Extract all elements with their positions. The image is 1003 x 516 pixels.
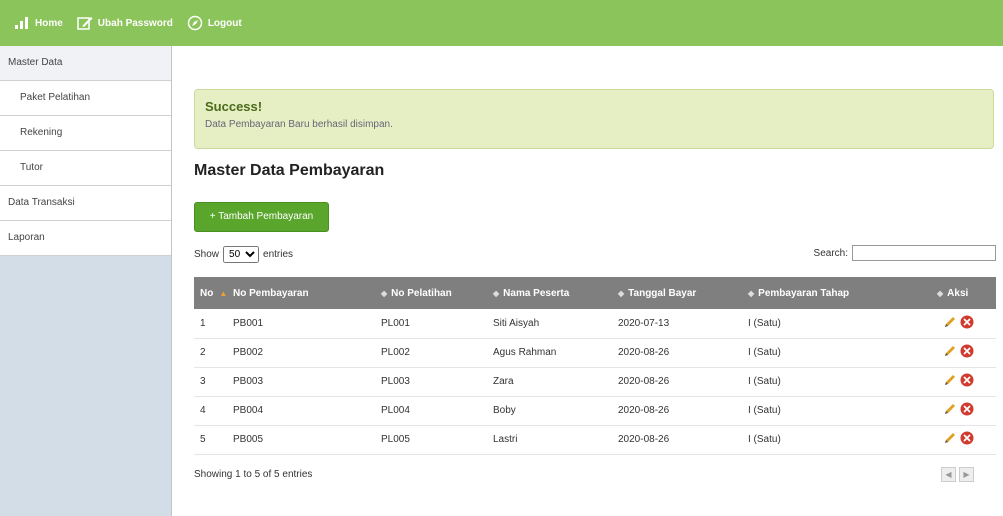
cell-no-pembayaran: PB002 (227, 338, 375, 368)
table-row: 5 PB005 PL005 Lastri 2020-08-26 I (Satu) (194, 425, 996, 455)
entries-length: Show 50 entries (194, 246, 293, 263)
cell-no-pelatihan: PL001 (375, 309, 487, 339)
cell-no-pembayaran: PB003 (227, 367, 375, 397)
cell-pembayaran-tahap: I (Satu) (742, 367, 931, 397)
pencil-icon[interactable] (943, 344, 957, 361)
payments-table: No ▲ No Pembayaran ◆ No Pelatihan ◆ Nama Pe… (194, 277, 996, 455)
cell-pembayaran-tahap: I (Satu) (742, 309, 931, 339)
cell-aksi (931, 425, 996, 455)
delete-icon[interactable] (960, 431, 974, 448)
col-header-pembayaran-tahap[interactable]: ◆ Pembayaran Tahap (742, 277, 931, 309)
pencil-icon[interactable] (943, 373, 957, 390)
table-row: 1 PB001 PL001 Siti Aisyah 2020-07-13 I (Satu) (194, 309, 996, 339)
nav-logout-label: Logout (207, 17, 242, 29)
compass-icon (187, 15, 203, 31)
col-header-tanggal-bayar[interactable]: ◆ Tanggal Bayar (612, 277, 742, 309)
sidebar-master-data[interactable]: Master Data (0, 46, 171, 81)
search-box: Search: (814, 245, 996, 261)
sort-icon: ◆ (618, 288, 625, 298)
col-header-no-pelatihan[interactable]: ◆ No Pelatihan (375, 277, 487, 309)
cell-tanggal-bayar: 2020-08-26 (612, 396, 742, 426)
cell-nama-peserta: Zara (487, 367, 612, 397)
entries-select[interactable]: 50 (223, 246, 260, 263)
cell-nama-peserta: Agus Rahman (487, 338, 612, 368)
col-header-no[interactable]: No ▲ (194, 277, 227, 309)
next-page-icon[interactable]: ▶ (959, 467, 974, 482)
sidebar-laporan[interactable]: Laporan (0, 221, 171, 256)
page-title: Master Data Pembayaran (194, 162, 385, 179)
cell-no-pembayaran: PB005 (227, 425, 375, 455)
sort-icon: ◆ (493, 288, 500, 298)
delete-icon[interactable] (960, 315, 974, 332)
alert-message: Data Pembayaran Baru berhasil disimpan. (205, 119, 393, 130)
pencil-icon[interactable] (943, 402, 957, 419)
delete-icon[interactable] (960, 373, 974, 390)
table-row: 3 PB003 PL003 Zara 2020-08-26 I (Satu) (194, 367, 996, 397)
top-navbar: Home Ubah Password Logout (0, 0, 1003, 46)
cell-aksi (931, 309, 996, 339)
cell-no: 1 (194, 309, 227, 339)
cell-no-pelatihan: PL004 (375, 396, 487, 426)
prev-page-icon[interactable]: ◀ (941, 467, 956, 482)
cell-aksi (931, 338, 996, 368)
cell-aksi (931, 396, 996, 426)
cell-no-pembayaran: PB001 (227, 309, 375, 339)
sort-icon: ◆ (381, 288, 388, 298)
length-show-label: Show (194, 249, 220, 260)
cell-no-pelatihan: PL003 (375, 367, 487, 397)
search-label: Search: (813, 247, 848, 259)
cell-pembayaran-tahap: I (Satu) (742, 396, 931, 426)
pencil-icon[interactable] (943, 431, 957, 448)
sort-icon: ◆ (937, 288, 944, 298)
pencil-icon[interactable] (943, 315, 957, 332)
cell-aksi (931, 367, 996, 397)
cell-no: 4 (194, 396, 227, 426)
success-alert: Success! Data Pembayaran Baru berhasil d… (194, 89, 994, 149)
bar-chart-icon (14, 15, 30, 31)
sidebar-item-rekening[interactable]: Rekening (0, 116, 171, 151)
sidebar-data-transaksi[interactable]: Data Transaksi (0, 186, 171, 221)
cell-tanggal-bayar: 2020-08-26 (612, 425, 742, 455)
table-header-row: No ▲ No Pembayaran ◆ No Pelatihan ◆ Nama Pe… (194, 277, 996, 309)
cell-no: 3 (194, 367, 227, 397)
alert-title: Success! (205, 99, 263, 114)
cell-tanggal-bayar: 2020-07-13 (612, 309, 742, 339)
pagination: ◀ ▶ (938, 467, 974, 482)
nav-home-label: Home (35, 17, 63, 29)
cell-tanggal-bayar: 2020-08-26 (612, 367, 742, 397)
sidebar: Master Data Paket Pelatihan Rekening Tut… (0, 46, 172, 516)
cell-nama-peserta: Boby (487, 396, 612, 426)
table-info: Showing 1 to 5 of 5 entries (194, 469, 313, 480)
nav-logout[interactable]: Logout (187, 15, 242, 31)
add-payment-button[interactable]: + Tambah Pembayaran (194, 202, 329, 232)
cell-pembayaran-tahap: I (Satu) (742, 338, 931, 368)
cell-no-pembayaran: PB004 (227, 396, 375, 426)
cell-no-pelatihan: PL002 (375, 338, 487, 368)
cell-no: 2 (194, 338, 227, 368)
cell-no: 5 (194, 425, 227, 455)
length-entries-label: entries (263, 249, 294, 260)
delete-icon[interactable] (960, 402, 974, 419)
table-row: 2 PB002 PL002 Agus Rahman 2020-08-26 I (Satu) (194, 338, 996, 368)
nav-home[interactable]: Home (14, 15, 63, 31)
sort-icon: ◆ (748, 288, 755, 298)
search-input[interactable] (852, 245, 996, 261)
sidebar-item-tutor[interactable]: Tutor (0, 151, 171, 186)
col-header-nama-peserta[interactable]: ◆ Nama Peserta (487, 277, 612, 309)
cell-pembayaran-tahap: I (Satu) (742, 425, 931, 455)
cell-nama-peserta: Siti Aisyah (487, 309, 612, 339)
nav-change-password-label: Ubah Password (97, 17, 173, 29)
nav-change-password[interactable]: Ubah Password (77, 15, 173, 31)
delete-icon[interactable] (960, 344, 974, 361)
cell-tanggal-bayar: 2020-08-26 (612, 338, 742, 368)
sidebar-item-paket-pelatihan[interactable]: Paket Pelatihan (0, 81, 171, 116)
table-body: 1 PB001 PL001 Siti Aisyah 2020-07-13 I (Satu)… (194, 309, 996, 455)
sort-asc-icon: ▲ (219, 288, 227, 298)
col-header-aksi[interactable]: ◆ Aksi (931, 277, 996, 309)
edit-icon (77, 15, 93, 31)
cell-no-pelatihan: PL005 (375, 425, 487, 455)
table-row: 4 PB004 PL004 Boby 2020-08-26 I (Satu) (194, 396, 996, 426)
col-header-no-pembayaran[interactable]: No Pembayaran (227, 277, 375, 309)
cell-nama-peserta: Lastri (487, 425, 612, 455)
